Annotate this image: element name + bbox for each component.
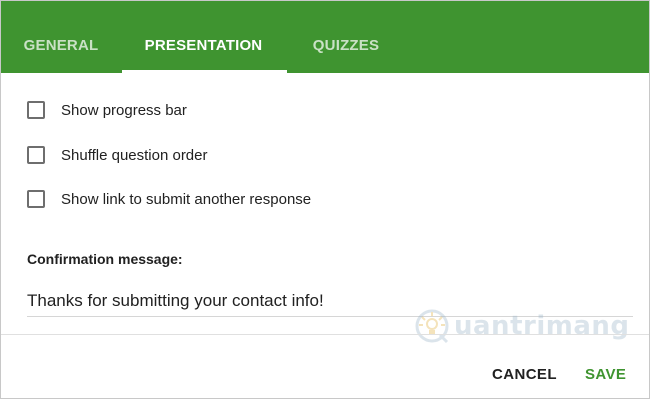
checkbox-unchecked-icon[interactable]: [27, 146, 45, 164]
tab-general[interactable]: GENERAL: [1, 1, 121, 73]
checkbox-unchecked-icon[interactable]: [27, 190, 45, 208]
settings-dialog: GENERAL PRESENTATION QUIZZES Show progre…: [0, 0, 650, 399]
confirmation-message-input[interactable]: [27, 286, 633, 317]
tab-bar: GENERAL PRESENTATION QUIZZES: [1, 1, 649, 73]
checkbox-unchecked-icon[interactable]: [27, 101, 45, 119]
confirmation-message-label: Confirmation message:: [27, 251, 183, 267]
option-progress-bar[interactable]: Show progress bar: [27, 99, 187, 121]
save-button[interactable]: SAVE: [585, 358, 626, 392]
option-progress-bar-label: Show progress bar: [61, 101, 187, 119]
option-shuffle-label: Shuffle question order: [61, 146, 208, 164]
tab-quizzes[interactable]: QUIZZES: [286, 1, 406, 73]
tab-presentation[interactable]: PRESENTATION: [121, 1, 286, 73]
option-submit-link-label: Show link to submit another response: [61, 190, 312, 208]
cancel-button[interactable]: CANCEL: [492, 358, 557, 392]
footer-divider: [1, 334, 649, 335]
active-tab-indicator: [122, 70, 287, 73]
option-submit-link[interactable]: Show link to submit another response: [27, 188, 311, 210]
option-shuffle[interactable]: Shuffle question order: [27, 144, 208, 166]
